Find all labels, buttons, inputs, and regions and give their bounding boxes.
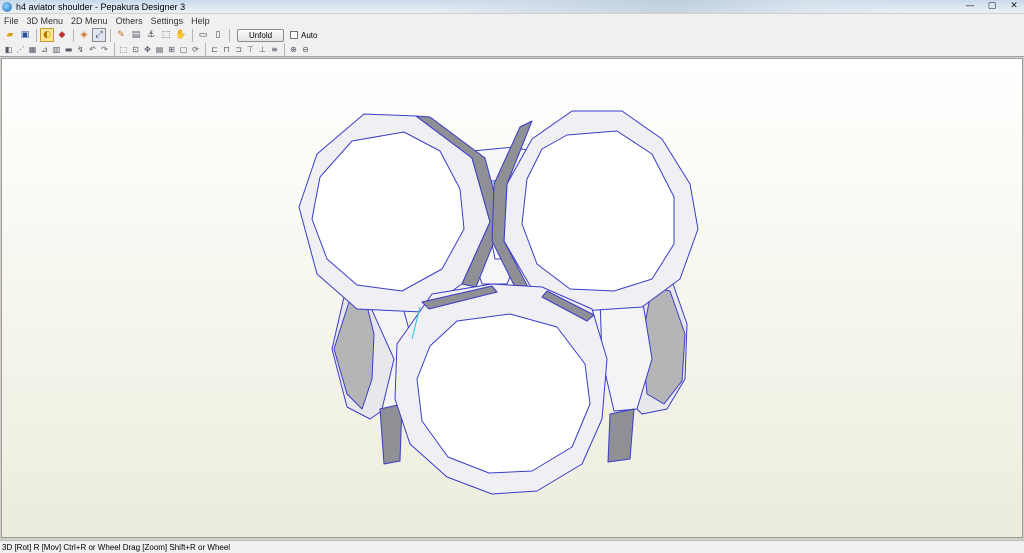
unfold-button[interactable]: Unfold <box>237 28 284 42</box>
view-icon[interactable]: ⤢ <box>92 28 106 42</box>
menu-bar: File 3D Menu 2D Menu Others Settings Hel… <box>0 14 1024 27</box>
secondary-toolbar: ◧ ⋰ ▦ ⊿ ▥ ▬ ↯ ↶ ↷ ⬚ ⊡ ✥ ▤ ⊞ ▢ ⟳ ⊏ ⊓ ⊐ ⊤ … <box>0 43 1024 57</box>
title-bar-background <box>430 0 910 13</box>
minimize-button[interactable]: — <box>964 1 976 11</box>
select-face-icon[interactable]: ◧ <box>3 44 14 55</box>
menu-2d[interactable]: 2D Menu <box>71 16 108 26</box>
grid-icon[interactable]: ▤ <box>154 44 165 55</box>
undo-icon[interactable]: ↶ <box>87 44 98 55</box>
align-right-icon[interactable]: ⊐ <box>233 44 244 55</box>
3d-viewport[interactable] <box>1 58 1023 538</box>
close-button[interactable]: ✕ <box>1008 1 1020 11</box>
measure-icon[interactable]: ⊞ <box>166 44 177 55</box>
rotate-icon[interactable]: ◈ <box>77 28 91 42</box>
toolbar-separator <box>284 43 285 56</box>
open-icon[interactable]: ▰ <box>3 28 17 42</box>
flap-icon[interactable]: ▥ <box>51 44 62 55</box>
window-title: h4 aviator shoulder - Pepakura Designer … <box>16 1 186 12</box>
move-icon[interactable]: ⬚ <box>159 28 173 42</box>
zoom-box-icon[interactable]: ⬚ <box>118 44 129 55</box>
menu-others[interactable]: Others <box>116 16 143 26</box>
maximize-button[interactable]: ▢ <box>986 1 998 11</box>
fit-icon[interactable]: ⊡ <box>130 44 141 55</box>
status-bar: 3D [Rot] R [Mov] Ctrl+R or Wheel Drag [Z… <box>0 540 1024 553</box>
toolbar-separator <box>36 28 37 42</box>
menu-help[interactable]: Help <box>191 16 210 26</box>
align-top-icon[interactable]: ⊤ <box>245 44 256 55</box>
toolbar-separator <box>110 28 111 42</box>
status-text: 3D [Rot] R [Mov] Ctrl+R or Wheel Drag [Z… <box>2 542 231 552</box>
anchor-icon[interactable]: ⚓ <box>144 28 158 42</box>
main-toolbar: ▰ ▣ ◐ ◆ ◈ ⤢ ✎ ▤ ⚓ ⬚ ✋ ▭ ▯ Unfold Auto <box>0 27 1024 43</box>
menu-file[interactable]: File <box>4 16 19 26</box>
fold-icon[interactable]: ⊿ <box>39 44 50 55</box>
redo-icon[interactable]: ↷ <box>99 44 110 55</box>
save-icon[interactable]: ▣ <box>18 28 32 42</box>
hand-icon[interactable]: ✋ <box>174 28 188 42</box>
app-window: h4 aviator shoulder - Pepakura Designer … <box>0 0 1024 553</box>
align-center-icon[interactable]: ⊓ <box>221 44 232 55</box>
select-edge-icon[interactable]: ⋰ <box>15 44 26 55</box>
toolbar-separator <box>229 28 230 42</box>
pan-icon[interactable]: ✥ <box>142 44 153 55</box>
toolbar-separator <box>205 43 206 56</box>
cube-icon[interactable]: ▤ <box>129 28 143 42</box>
distribute-icon[interactable]: ≡ <box>269 44 280 55</box>
pencil-icon[interactable]: ✎ <box>114 28 128 42</box>
menu-3d[interactable]: 3D Menu <box>27 16 64 26</box>
single-view-icon[interactable]: ▭ <box>196 28 210 42</box>
texture-icon[interactable]: ▦ <box>27 44 38 55</box>
model-face <box>379 403 403 465</box>
model-face <box>521 130 675 292</box>
window-controls: — ▢ ✕ <box>964 0 1020 12</box>
color-icon[interactable]: ◆ <box>55 28 69 42</box>
3d-model-render[interactable] <box>2 59 1023 538</box>
rotate-view-icon[interactable]: ⟳ <box>190 44 201 55</box>
split-icon[interactable]: ↯ <box>75 44 86 55</box>
light-icon[interactable]: ◐ <box>40 28 54 42</box>
toolbar-separator <box>73 28 74 42</box>
model-face <box>607 408 635 463</box>
zoom-in-icon[interactable]: ⊕ <box>288 44 299 55</box>
align-middle-icon[interactable]: ⊥ <box>257 44 268 55</box>
join-icon[interactable]: ▬ <box>63 44 74 55</box>
title-bar: h4 aviator shoulder - Pepakura Designer … <box>0 0 1024 13</box>
auto-checkbox[interactable]: Auto <box>290 31 317 40</box>
frame-icon[interactable]: ▢ <box>178 44 189 55</box>
pepakura-app-icon <box>2 1 12 12</box>
dual-view-icon[interactable]: ▯ <box>211 28 225 42</box>
model-face <box>416 313 591 474</box>
auto-checkbox-box[interactable] <box>290 31 298 39</box>
auto-checkbox-label: Auto <box>301 30 318 40</box>
model-face <box>333 293 375 410</box>
menu-settings[interactable]: Settings <box>151 16 184 26</box>
toolbar-separator <box>192 28 193 42</box>
toolbar-separator <box>114 43 115 56</box>
align-left-icon[interactable]: ⊏ <box>209 44 220 55</box>
zoom-out-icon[interactable]: ⊖ <box>300 44 311 55</box>
